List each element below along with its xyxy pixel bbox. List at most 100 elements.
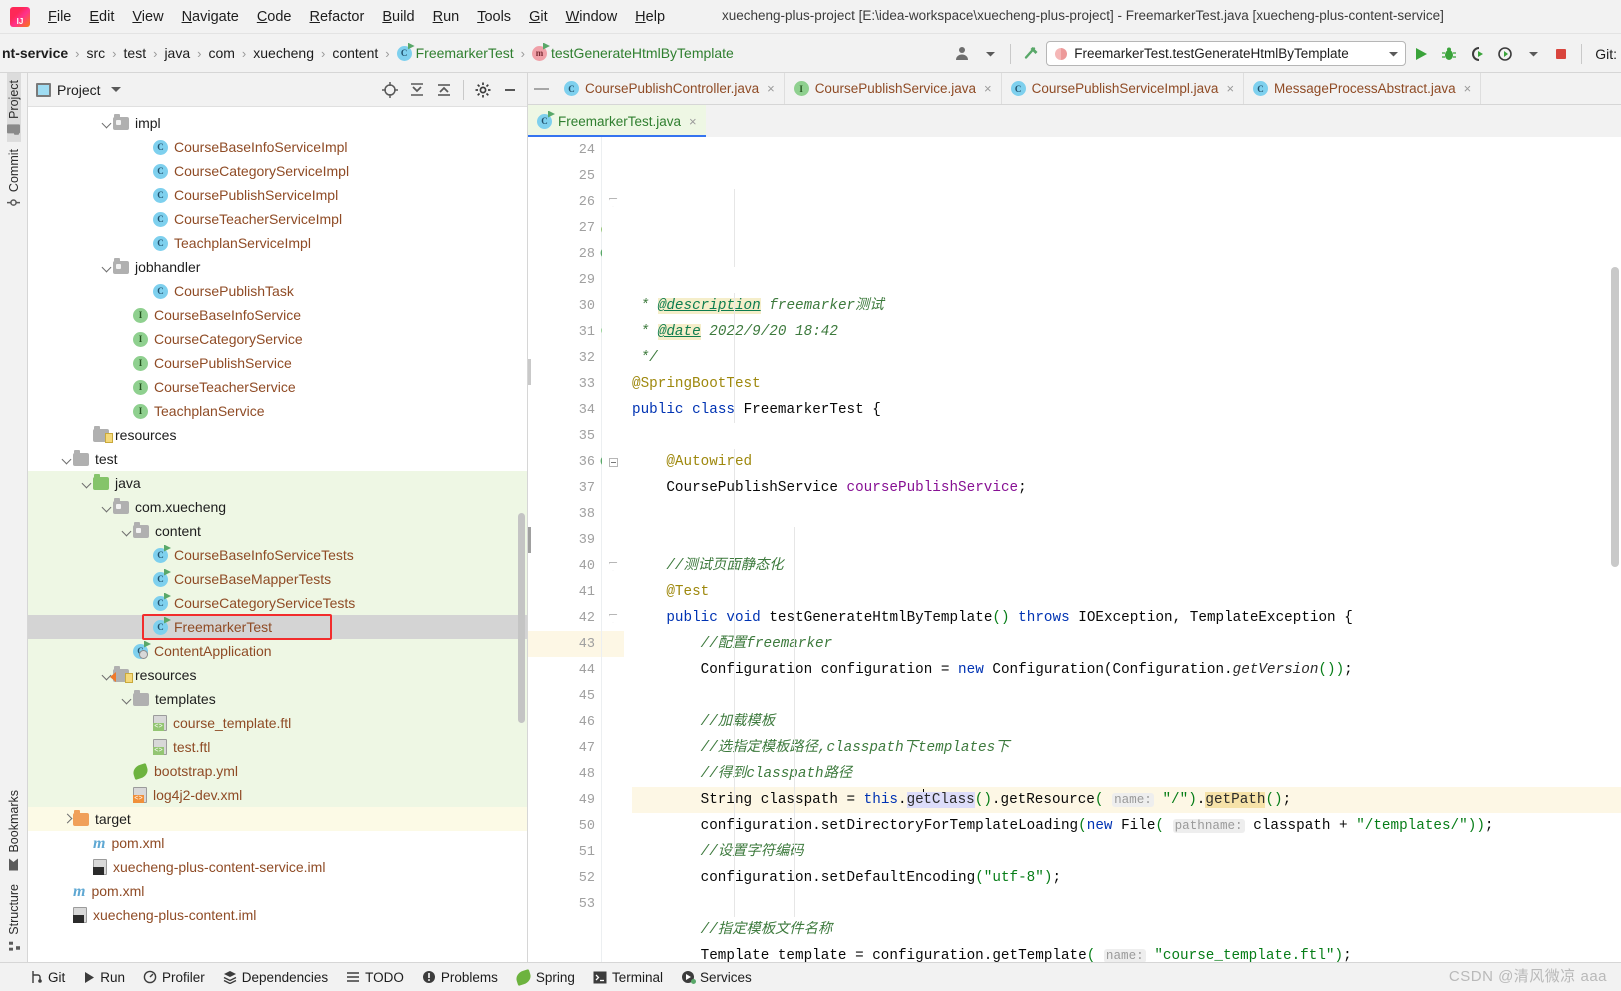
tree-expand-arrow[interactable]	[142, 142, 153, 153]
code-line[interactable]: //加载模板	[632, 709, 1621, 735]
tree-node[interactable]: java	[28, 471, 527, 495]
gutter-line[interactable]: 40	[528, 553, 601, 579]
code-line[interactable]: //测试页面静态化	[632, 553, 1621, 579]
gutter-line[interactable]: 46	[528, 709, 601, 735]
sidebar-item-bookmarks[interactable]: Bookmarks	[7, 783, 21, 878]
gutter-line[interactable]: 35	[528, 423, 601, 449]
tree-node[interactable]: I CoursePublishService	[28, 351, 527, 375]
tree-node[interactable]: I TeachplanService	[28, 399, 527, 423]
menu-run[interactable]: Run	[424, 6, 469, 28]
tree-expand-arrow[interactable]	[122, 406, 133, 417]
hide-panel-icon[interactable]	[497, 77, 523, 103]
tree-node[interactable]: resources	[28, 423, 527, 447]
tree-node[interactable]: C FreemarkerTest	[28, 615, 527, 639]
code-line[interactable]: CoursePublishService coursePublishServic…	[632, 475, 1621, 501]
tree-node[interactable]: <> test.ftl	[28, 735, 527, 759]
tree-node[interactable]: xuecheng-plus-content-service.iml	[28, 855, 527, 879]
tree-expand-arrow[interactable]	[142, 718, 153, 729]
code-line[interactable]: public class FreemarkerTest {	[632, 397, 1621, 423]
tree-expand-arrow[interactable]	[82, 862, 93, 873]
tree-node[interactable]: m pom.xml	[28, 879, 527, 903]
code-line[interactable]: * @description freemarker测试	[632, 293, 1621, 319]
tree-node[interactable]: CContentApplication	[28, 639, 527, 663]
stop-square-icon[interactable]	[1548, 41, 1574, 67]
gutter-line[interactable]: 39	[528, 527, 601, 553]
tree-node[interactable]: target	[28, 807, 527, 831]
gutter-line[interactable]: 47	[528, 735, 601, 761]
fold-marker[interactable]	[602, 865, 624, 891]
tree-node[interactable]: content	[28, 519, 527, 543]
breadcrumb-item-content[interactable]: content	[332, 45, 378, 61]
menu-navigate[interactable]: Navigate	[173, 6, 248, 28]
menu-build[interactable]: Build	[373, 6, 423, 28]
profiler-dropdown-icon[interactable]	[1520, 41, 1546, 67]
line-number-gutter[interactable]: 24 25 26 27 28 29 30 31 32 33 34 35 36 37 38 39 40 41 42 43…	[528, 137, 615, 962]
code-folding-column[interactable]	[602, 137, 624, 962]
gutter-line[interactable]: 33	[528, 371, 601, 397]
tab-list-collapse-icon[interactable]: —	[528, 73, 555, 104]
sidebar-item-commit[interactable]: Commit	[7, 142, 21, 215]
fold-marker[interactable]	[602, 735, 624, 761]
gutter-line[interactable]: 27	[528, 215, 615, 241]
fold-marker[interactable]	[602, 527, 624, 553]
editor-tab-coursepublishserviceimpl[interactable]: C CoursePublishServiceImpl.java ×	[1002, 73, 1245, 104]
fold-marker[interactable]	[602, 423, 624, 449]
run-configuration-selector[interactable]: FreemarkerTest.testGenerateHtmlByTemplat…	[1046, 41, 1407, 66]
code-line[interactable]: public void testGenerateHtmlByTemplate()…	[632, 605, 1621, 631]
tree-expand-arrow[interactable]	[142, 286, 153, 297]
tree-node[interactable]: C CourseBaseMapperTests	[28, 567, 527, 591]
code-line[interactable]: configuration.setDirectoryForTemplateLoa…	[632, 813, 1621, 839]
breadcrumb-item-test[interactable]: test	[124, 45, 147, 61]
tree-expand-arrow[interactable]	[122, 310, 133, 321]
tree-expand-arrow[interactable]	[82, 838, 93, 849]
tree-expand-arrow[interactable]	[142, 742, 153, 753]
menu-help[interactable]: Help	[626, 6, 674, 28]
fold-marker[interactable]	[602, 761, 624, 787]
settings-gear-icon[interactable]	[470, 77, 496, 103]
fold-marker[interactable]	[602, 241, 624, 267]
status-item-profiler[interactable]: Profiler	[143, 970, 205, 985]
status-item-git[interactable]: Git	[30, 970, 65, 985]
breadcrumb-item-java[interactable]: java	[164, 45, 190, 61]
code-line[interactable]: //设置字符编码	[632, 839, 1621, 865]
code-line[interactable]	[632, 891, 1621, 917]
code-line[interactable]: //指定模板文件名称	[632, 917, 1621, 943]
fold-marker[interactable]	[602, 293, 624, 319]
tree-node[interactable]: I CourseCategoryService	[28, 327, 527, 351]
code-line[interactable]: //选指定模板路径,classpath下templates下	[632, 735, 1621, 761]
menu-file[interactable]: File	[39, 6, 80, 28]
breadcrumb-item-xuecheng[interactable]: xuecheng	[253, 45, 314, 61]
debug-bug-icon[interactable]	[1436, 41, 1462, 67]
editor-tab-messageprocessabstract[interactable]: C MessageProcessAbstract.java ×	[1244, 73, 1482, 104]
menu-tools[interactable]: Tools	[468, 6, 520, 28]
code-line[interactable]: //得到classpath路径	[632, 761, 1621, 787]
editor-tab-coursepublishservice[interactable]: I CoursePublishService.java ×	[785, 73, 1002, 104]
fold-marker[interactable]	[602, 475, 624, 501]
gutter-line[interactable]: 44	[528, 657, 601, 683]
tree-node[interactable]: bootstrap.yml	[28, 759, 527, 783]
status-item-services[interactable]: Services	[681, 970, 752, 985]
close-x-icon[interactable]: ×	[767, 81, 775, 96]
code-line[interactable]: * @date 2022/9/20 18:42	[632, 319, 1621, 345]
profile-dropdown-icon[interactable]	[977, 41, 1003, 67]
tree-expand-arrow[interactable]	[62, 910, 73, 921]
fold-marker[interactable]	[602, 631, 624, 657]
chevron-down-icon[interactable]	[1389, 51, 1399, 57]
gutter-line[interactable]: 53	[528, 891, 601, 917]
gutter-line[interactable]: 29	[528, 267, 601, 293]
gutter-line[interactable]: 31	[528, 319, 613, 345]
gutter-line[interactable]: 28	[528, 241, 612, 267]
code-line[interactable]: @SpringBootTest	[632, 371, 1621, 397]
gutter-line[interactable]: 24	[528, 137, 601, 163]
tree-expand-arrow[interactable]	[62, 454, 73, 465]
fold-marker[interactable]	[602, 709, 624, 735]
tree-expand-arrow[interactable]	[142, 550, 153, 561]
status-item-todo[interactable]: TODO	[346, 970, 404, 985]
tree-expand-arrow[interactable]	[142, 598, 153, 609]
code-line[interactable]	[632, 527, 1621, 553]
fold-marker[interactable]	[602, 787, 624, 813]
gutter-line[interactable]: 38	[528, 501, 601, 527]
fold-marker[interactable]	[602, 189, 624, 215]
fold-marker[interactable]	[602, 371, 624, 397]
tree-expand-arrow[interactable]	[142, 166, 153, 177]
